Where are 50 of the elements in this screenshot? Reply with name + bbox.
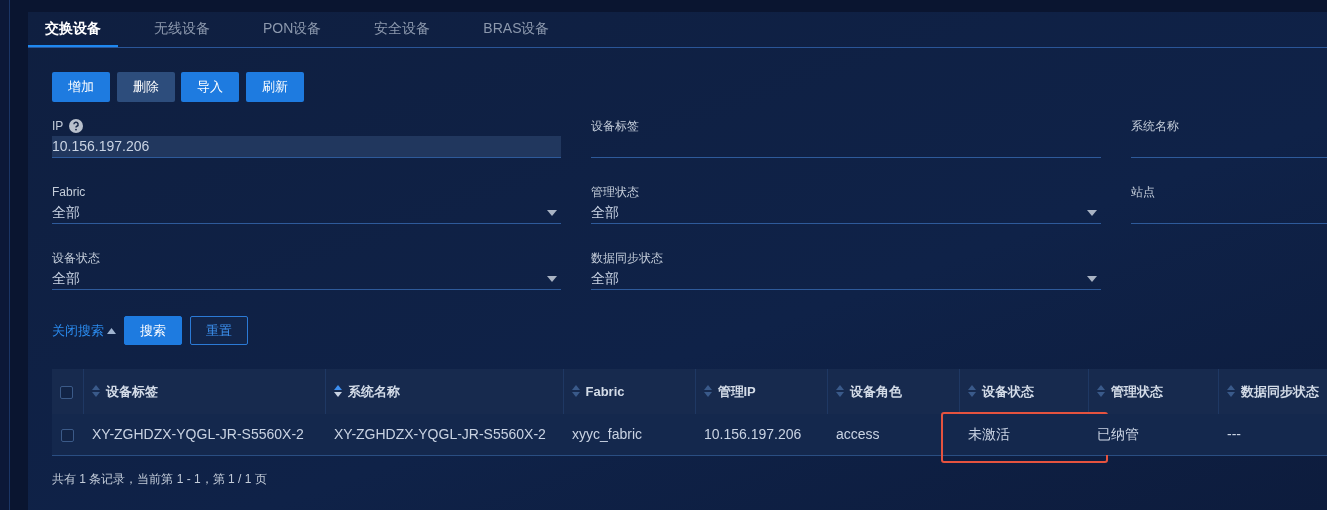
caret-icon — [1087, 209, 1097, 216]
tab[interactable]: PON设备 — [246, 12, 339, 47]
table-cell: 未激活 — [968, 425, 1010, 442]
field-label: 设备状态 — [52, 250, 100, 267]
reset-button[interactable]: 重置 — [190, 316, 248, 345]
field-label: 数据同步状态 — [591, 250, 663, 267]
table-cell: --- — [1227, 425, 1241, 442]
table-cell: access — [836, 425, 880, 442]
field-label: 管理状态 — [591, 184, 639, 201]
tab[interactable]: 无线设备 — [137, 12, 227, 47]
table-cell: 10.156.197.206 — [704, 425, 802, 442]
table-cell: 已纳管 — [1097, 425, 1139, 442]
tab[interactable]: BRAS设备 — [466, 12, 567, 47]
toolbar-button[interactable]: 删除 — [116, 72, 175, 102]
sort-icon[interactable] — [333, 384, 342, 397]
column-header[interactable]: Fabric — [563, 369, 695, 414]
field-label: IP — [52, 118, 64, 135]
select-field[interactable]: 全部 — [52, 268, 561, 290]
caret-icon — [547, 209, 557, 216]
field-label: 设备标签 — [591, 118, 639, 135]
pagination-summary: 共有 1 条记录，当前第 1 - 1，第 1 / 1 页 — [52, 470, 268, 488]
toolbar-button[interactable]: 导入 — [181, 72, 239, 102]
input-field[interactable]: 10.156.197.206 — [52, 136, 561, 158]
column-header[interactable]: 设备角色 — [827, 369, 959, 414]
table-cell: xyyc_fabric — [572, 425, 643, 442]
table-cell: XY-ZGHDZX-YQGL-JR-S5560X-2 — [92, 425, 304, 442]
table-cell: XY-ZGHDZX-YQGL-JR-S5560X-2 — [334, 425, 546, 442]
field-label: 站点 — [1131, 184, 1155, 201]
tab[interactable]: 交换设备 — [28, 12, 118, 47]
toolbar-button[interactable]: 刷新 — [245, 72, 304, 102]
column-header[interactable]: 数据同步状态 — [1218, 369, 1327, 414]
checkbox[interactable] — [61, 428, 74, 442]
column-header[interactable]: 系统名称 — [325, 369, 563, 414]
toolbar-button[interactable]: 增加 — [52, 72, 110, 102]
column-header[interactable]: 设备状态 — [959, 369, 1088, 414]
select-field[interactable]: 全部 — [591, 268, 1101, 290]
column-header[interactable]: 管理IP — [695, 369, 827, 414]
checkbox[interactable] — [60, 385, 73, 399]
column-header[interactable]: 设备标签 — [83, 369, 325, 414]
search-button[interactable]: 搜索 — [124, 316, 182, 345]
field-label: Fabric — [52, 184, 86, 201]
select-field[interactable]: 全部 — [591, 202, 1101, 224]
column-header[interactable]: 管理状态 — [1088, 369, 1218, 414]
caret-icon — [1087, 275, 1097, 282]
collapse-search-link[interactable]: 关闭搜索 — [52, 320, 116, 341]
help-icon[interactable] — [69, 119, 84, 133]
field-label: 系统名称 — [1131, 118, 1179, 135]
select-field[interactable]: 全部 — [52, 202, 561, 224]
caret-icon — [547, 275, 557, 282]
tab[interactable]: 安全设备 — [357, 12, 448, 47]
